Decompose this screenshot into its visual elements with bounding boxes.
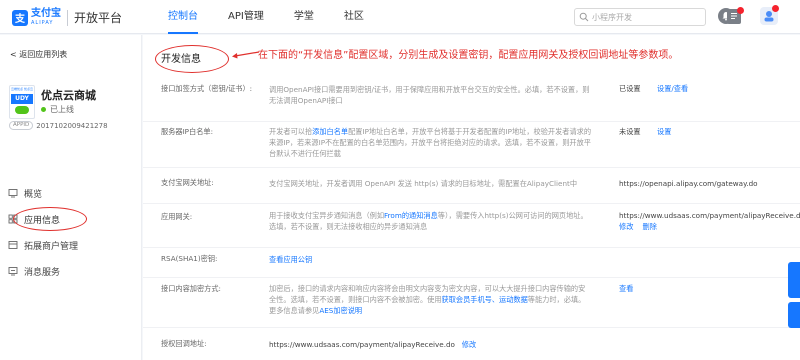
row-description: 开发者可以拾添加白名单配置IP地址白名单，开放平台将基于开发者配置的IP地址，校…	[269, 126, 591, 159]
appid-value: 2017102009421278	[36, 121, 108, 130]
config-row-sign-method: 接口加签方式（密钥/证书）: 调用OpenAPI接口需要用到密钥/证书，用于保障…	[143, 78, 800, 122]
gateway-url: https://openapi.alipay.com/gateway.do	[619, 179, 758, 188]
search-input[interactable]	[592, 12, 702, 22]
app-gateway-url: https://www.udsaas.com/payment/alipayRec…	[619, 210, 800, 232]
config-row-rsa-key: RSA(SHA1)密钥: 查看应用公钥	[143, 248, 800, 278]
config-row-ip-whitelist: 服务器IP白名单: 开发者可以拾添加白名单配置IP地址白名单，开放平台将基于开发…	[143, 122, 800, 168]
nav-api-management[interactable]: API管理	[228, 0, 264, 34]
floating-help-tab[interactable]	[788, 262, 800, 298]
logo-divider	[67, 9, 68, 26]
sidebar: < 返回应用列表 云端优点 优点云 UDY 优点云商城 已上线 APPID 20…	[0, 35, 142, 360]
callback-url: https://www.udsaas.com/payment/alipayRec…	[269, 340, 455, 349]
config-row-auth-callback: 授权回调地址: https://www.udsaas.com/payment/a…	[143, 328, 800, 360]
appid-row: APPID 2017102009421278	[9, 121, 108, 130]
row-description-text: 用于接收支付宝异步通知消息（例如	[269, 211, 385, 220]
app-gateway-url-text: https://www.udsaas.com/payment/alipayRec…	[619, 211, 800, 220]
config-row-app-gateway: 应用网关: 用于接收支付宝异步通知消息（例如From的通知消息等），需要传入ht…	[143, 204, 800, 248]
sidebar-item-label: 消息服务	[24, 267, 61, 278]
config-row-gateway-address: 支付宝网关地址: 支付宝网关地址，开发者调用 OpenAPI 发送 http(s…	[143, 168, 800, 204]
user-avatar[interactable]	[760, 5, 779, 25]
set-view-link[interactable]: 设置/查看	[657, 84, 688, 94]
row-label: 支付宝网关地址:	[161, 178, 214, 187]
search-box	[574, 8, 706, 26]
member-phone-link[interactable]: 获取会员手机号、运动数据	[442, 295, 528, 304]
nav-community[interactable]: 社区	[344, 0, 364, 34]
app-name: 优点云商城	[41, 89, 96, 102]
overview-icon	[8, 189, 18, 198]
annotation-circle-app-info	[13, 207, 87, 231]
annotation-text: 在下面的“开发信息”配置区域，分别生成及设置密钥，配置应用网关及授权回调地址等参…	[258, 50, 679, 61]
avatar-badge	[772, 5, 779, 12]
app-logo-udy: UDY	[11, 94, 33, 104]
row-description: 支付宝网关地址，开发者调用 OpenAPI 发送 http(s) 请求的目标地址…	[269, 179, 578, 188]
app-status: 已上线	[41, 104, 74, 115]
add-whitelist-link[interactable]: 添加白名单	[312, 127, 348, 136]
row-description: 查看应用公钥	[269, 254, 591, 265]
row-label: 接口加签方式（密钥/证书）:	[161, 84, 253, 93]
app-logo: 云端优点 优点云 UDY	[9, 85, 35, 119]
row-description: 调用OpenAPI接口需要用到密钥/证书，用于保障应用和开放平台交互的安全性。必…	[269, 85, 590, 105]
back-to-app-list-link[interactable]: < 返回应用列表	[10, 49, 67, 60]
view-app-public-key-link[interactable]: 查看应用公钥	[269, 255, 312, 264]
alipay-logo[interactable]: 支 支付宝 ALIPAY 开放平台	[12, 8, 122, 27]
alipay-logo-text: 支付宝 ALIPAY	[31, 8, 61, 27]
notify-message-link[interactable]: From的通知消息	[384, 211, 438, 220]
brand-name-en: ALIPAY	[31, 20, 54, 26]
row-description: 加密后，接口的请求内容和响应内容将会由明文内容变为密文内容，可以大大提升接口内容…	[269, 283, 591, 316]
row-status: 已设置	[619, 84, 641, 93]
message-icon	[8, 267, 18, 276]
status-dot-icon	[41, 107, 46, 112]
nav-academy[interactable]: 学堂	[294, 0, 314, 34]
notification-badge	[737, 7, 744, 14]
nav-console[interactable]: 控制台	[168, 0, 198, 34]
row-description: https://www.udsaas.com/payment/alipayRec…	[269, 339, 591, 350]
brand-name-cn: 支付宝	[31, 8, 61, 19]
row-label: RSA(SHA1)密钥:	[161, 254, 218, 263]
cloud-icon	[15, 106, 29, 114]
row-label: 授权回调地址:	[161, 339, 207, 348]
edit-callback-link[interactable]: 修改	[462, 340, 476, 349]
main-content: 开发信息 在下面的“开发信息”配置区域，分别生成及设置密钥，配置应用网关及授权回…	[143, 35, 800, 360]
aes-doc-link[interactable]: AES加密说明	[319, 306, 362, 315]
config-row-content-encryption: 接口内容加密方式: 加密后，接口的请求内容和响应内容将会由明文内容变为密文内容，…	[143, 278, 800, 328]
set-link[interactable]: 设置	[657, 127, 671, 137]
row-label: 服务器IP白名单:	[161, 127, 214, 136]
row-status: 未设置	[619, 127, 641, 136]
document-icon[interactable]	[727, 7, 744, 24]
sidebar-item-label: 拓展商户管理	[24, 241, 79, 252]
sidebar-item-message-service[interactable]: 消息服务	[0, 258, 142, 284]
annotation-circle-title	[155, 45, 229, 73]
platform-title: 开放平台	[74, 11, 123, 25]
edit-link[interactable]: 修改	[619, 222, 633, 231]
floating-feedback-tab[interactable]	[788, 302, 800, 328]
row-label: 接口内容加密方式:	[161, 284, 221, 293]
app-logo-caption: 云端优点 优点云	[11, 87, 33, 91]
delete-link[interactable]: 删除	[643, 222, 657, 231]
main-nav: 控制台 API管理 学堂 社区	[168, 0, 394, 34]
sidebar-item-label: 概览	[24, 189, 43, 200]
row-description-text: 开发者可以拾	[269, 127, 313, 136]
annotation-arrow-icon	[232, 51, 260, 59]
sidebar-item-overview[interactable]: 概览	[0, 180, 142, 206]
top-navbar: 支 支付宝 ALIPAY 开放平台 控制台 API管理 学堂 社区	[0, 0, 800, 34]
sidebar-item-merchant-management[interactable]: 拓展商户管理	[0, 232, 142, 258]
search-icon[interactable]	[579, 12, 589, 22]
sidebar-menu: 概览 应用信息 拓展商户管理 消息服务	[0, 180, 142, 284]
alipay-logo-icon: 支	[12, 9, 28, 26]
appid-tag: APPID	[9, 121, 34, 130]
row-label: 应用网关:	[161, 212, 193, 221]
row-description: 用于接收支付宝异步通知消息（例如From的通知消息等），需要传入http(s)公…	[269, 210, 591, 232]
view-link[interactable]: 查看	[619, 284, 633, 294]
app-status-label: 已上线	[50, 105, 74, 114]
merchant-icon	[8, 241, 18, 249]
